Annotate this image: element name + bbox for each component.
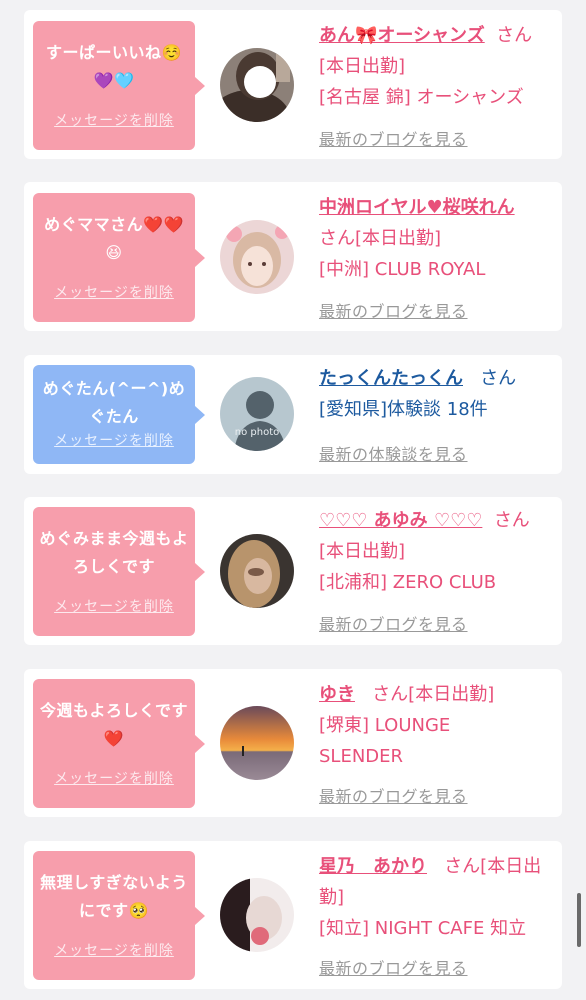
- shop-name: [中洲] CLUB ROYAL: [319, 259, 486, 280]
- list-item: めぐママさん❤️❤️😆 メッセージを削除 中洲ロイヤル♥桜咲れん さん[本日出勤…: [24, 182, 562, 331]
- delete-message-link[interactable]: メッセージを削除: [33, 282, 195, 302]
- avatar-image: [220, 878, 294, 952]
- sender-info: ♡♡♡ あゆみ ♡♡♡ さん[本日出勤] [北浦和] ZERO CLUB: [319, 505, 551, 598]
- list-item: 今週もよろしくです❤️ メッセージを削除 ゆき さん[本日出勤] [堺東] LO…: [24, 669, 562, 817]
- sunset-photo-icon: [220, 706, 294, 780]
- avatar-image: [220, 534, 294, 608]
- latest-blog-link[interactable]: 最新のブログを見る: [319, 783, 468, 807]
- message-text: 無理しすぎないようにです🥺: [40, 873, 188, 920]
- message-bubble: めぐみまま今週もよろしくです メッセージを削除: [33, 507, 205, 636]
- avatar[interactable]: [220, 534, 294, 608]
- sender-name-link[interactable]: たっくんたっくん: [319, 368, 463, 389]
- shop-name: [知立] NIGHT CAFE 知立: [319, 918, 527, 939]
- scrollbar[interactable]: [577, 893, 581, 947]
- sender-name-link[interactable]: 星乃 あかり: [319, 856, 427, 877]
- latest-blog-link[interactable]: 最新のブログを見る: [319, 126, 468, 150]
- message-bubble: 今週もよろしくです❤️ メッセージを削除: [33, 679, 205, 808]
- avatar-image: [220, 48, 294, 122]
- sender-info: あん🎀オーシャンズ さん[本日出勤] [名古屋 錦] オーシャンズ: [319, 20, 551, 113]
- sender-name-link[interactable]: ゆき: [319, 684, 355, 705]
- latest-experience-link[interactable]: 最新の体験談を見る: [319, 441, 468, 465]
- sender-name-link[interactable]: あん🎀オーシャンズ: [319, 25, 485, 46]
- delete-message-link[interactable]: メッセージを削除: [33, 596, 195, 616]
- avatar[interactable]: no photo: [220, 377, 294, 451]
- message-bubble: 無理しすぎないようにです🥺 メッセージを削除: [33, 851, 205, 980]
- avatar[interactable]: [220, 878, 294, 952]
- message-text: めぐたん(^ー^)めぐたん: [42, 379, 186, 426]
- sender-info: ゆき さん[本日出勤] [堺東] LOUNGE SLENDER: [319, 679, 551, 772]
- delete-message-link[interactable]: メッセージを削除: [33, 430, 195, 450]
- delete-message-link[interactable]: メッセージを削除: [33, 110, 195, 130]
- message-bubble: めぐママさん❤️❤️😆 メッセージを削除: [33, 193, 205, 322]
- list-item: すーぱーいいね☺️💜🩵 メッセージを削除 あん🎀オーシャンズ さん[本日出勤] …: [24, 10, 562, 159]
- sender-status: さん: [480, 368, 517, 389]
- avatar[interactable]: [220, 220, 294, 294]
- message-text: すーぱーいいね☺️💜🩵: [46, 43, 182, 90]
- message-bubble: すーぱーいいね☺️💜🩵 メッセージを削除: [33, 21, 205, 150]
- message-text: めぐママさん❤️❤️😆: [44, 215, 184, 262]
- avatar-image: [220, 220, 294, 294]
- message-bubble: めぐたん(^ー^)めぐたん メッセージを削除: [33, 365, 205, 464]
- sender-info: たっくんたっくん さん [愛知県]体験談 18件: [319, 363, 551, 425]
- sender-status: さん[本日出勤]: [372, 684, 495, 705]
- sender-name-link[interactable]: ♡♡♡ あゆみ ♡♡♡: [319, 510, 482, 531]
- list-item: めぐたん(^ー^)めぐたん メッセージを削除 no photo たっくんたっくん…: [24, 355, 562, 474]
- shop-name: [北浦和] ZERO CLUB: [319, 572, 497, 593]
- sender-info: 中洲ロイヤル♥桜咲れん さん[本日出勤] [中洲] CLUB ROYAL: [319, 192, 551, 285]
- shop-name: [名古屋 錦] オーシャンズ: [319, 87, 524, 108]
- list-item: 無理しすぎないようにです🥺 メッセージを削除 星乃 あかり さん[本日出勤] […: [24, 841, 562, 989]
- latest-blog-link[interactable]: 最新のブログを見る: [319, 955, 468, 979]
- shop-name: [堺東] LOUNGE SLENDER: [319, 715, 451, 767]
- list-item: めぐみまま今週もよろしくです メッセージを削除 ♡♡♡ あゆみ ♡♡♡ さん[本…: [24, 497, 562, 645]
- latest-blog-link[interactable]: 最新のブログを見る: [319, 611, 468, 635]
- no-photo-label: no photo: [235, 427, 279, 438]
- message-text: めぐみまま今週もよろしくです: [39, 529, 189, 576]
- shop-name: [愛知県]体験談 18件: [319, 399, 488, 420]
- latest-blog-link[interactable]: 最新のブログを見る: [319, 298, 468, 322]
- avatar[interactable]: [220, 48, 294, 122]
- sender-status: さん[本日出勤]: [319, 228, 442, 249]
- sender-name-link[interactable]: 中洲ロイヤル♥桜咲れん: [319, 197, 515, 218]
- delete-message-link[interactable]: メッセージを削除: [33, 768, 195, 788]
- avatar[interactable]: [220, 706, 294, 780]
- message-text: 今週もよろしくです❤️: [39, 701, 189, 748]
- sender-info: 星乃 あかり さん[本日出勤] [知立] NIGHT CAFE 知立: [319, 851, 551, 944]
- delete-message-link[interactable]: メッセージを削除: [33, 940, 195, 960]
- no-photo-icon: no photo: [220, 377, 294, 451]
